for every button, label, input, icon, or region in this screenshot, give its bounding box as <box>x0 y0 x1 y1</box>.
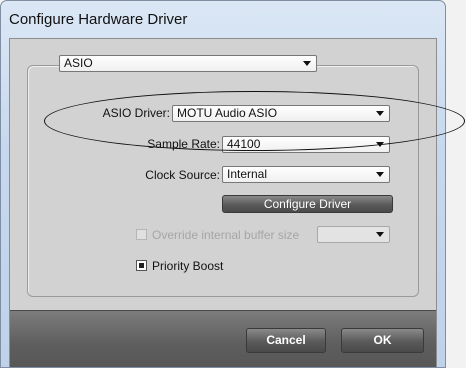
clock-source-dropdown[interactable]: Internal <box>222 166 390 183</box>
chevron-down-icon <box>303 61 311 66</box>
chevron-down-icon <box>376 111 384 116</box>
priority-boost-label: Priority Boost <box>152 259 224 273</box>
asio-driver-dropdown[interactable]: MOTU Audio ASIO <box>172 105 390 122</box>
settings-pane: ASIO ASIO Driver: MOTU Audio ASIO Sample… <box>10 39 436 310</box>
chevron-down-icon <box>376 142 384 147</box>
sample-rate-dropdown[interactable]: 44100 <box>222 136 390 153</box>
clock-source-value: Internal <box>227 167 268 181</box>
asio-driver-value: MOTU Audio ASIO <box>177 106 278 120</box>
interface-type-dropdown[interactable]: ASIO <box>59 55 317 72</box>
override-buffer-dropdown[interactable] <box>317 226 390 243</box>
checkbox-checked-icon <box>139 263 144 268</box>
configure-hardware-driver-dialog: Configure Hardware Driver ASIO ASIO Driv… <box>0 0 446 368</box>
dialog-client-area: ASIO ASIO Driver: MOTU Audio ASIO Sample… <box>9 38 437 367</box>
chevron-down-icon <box>376 172 384 177</box>
sample-rate-label: Sample Rate: <box>147 137 220 151</box>
override-buffer-checkbox[interactable] <box>136 229 147 240</box>
clock-source-label: Clock Source: <box>145 168 220 182</box>
configure-driver-button[interactable]: Configure Driver <box>222 195 393 213</box>
interface-type-value: ASIO <box>64 56 93 70</box>
window-title: Configure Hardware Driver <box>9 11 188 28</box>
asio-driver-label: ASIO Driver: <box>102 106 170 120</box>
ok-button[interactable]: OK <box>341 328 424 353</box>
dialog-footer: Cancel OK <box>10 310 436 367</box>
override-buffer-label: Override internal buffer size <box>152 228 300 242</box>
priority-boost-checkbox[interactable] <box>136 260 147 271</box>
cancel-button[interactable]: Cancel <box>246 328 326 353</box>
sample-rate-value: 44100 <box>227 137 261 151</box>
chevron-down-icon <box>376 232 384 237</box>
